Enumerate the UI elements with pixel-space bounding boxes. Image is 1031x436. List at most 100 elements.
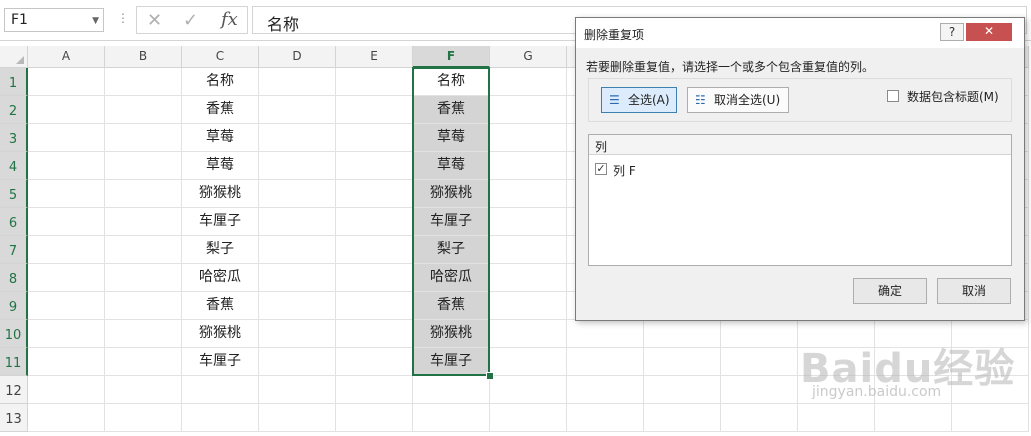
- cell[interactable]: [259, 348, 336, 376]
- cell[interactable]: [28, 348, 105, 376]
- cell[interactable]: [259, 208, 336, 236]
- cell[interactable]: [413, 404, 490, 432]
- cancel-button[interactable]: 取消: [937, 278, 1011, 304]
- column-header[interactable]: A: [28, 46, 105, 68]
- row-header[interactable]: 5: [0, 180, 28, 208]
- cell[interactable]: 草莓: [413, 124, 490, 152]
- cell[interactable]: [567, 376, 644, 404]
- cell[interactable]: [721, 320, 798, 348]
- cell[interactable]: [875, 348, 952, 376]
- cell[interactable]: [259, 376, 336, 404]
- cell[interactable]: [259, 292, 336, 320]
- confirm-icon[interactable]: ✓: [183, 10, 198, 31]
- cell[interactable]: [336, 264, 413, 292]
- cell[interactable]: 草莓: [413, 152, 490, 180]
- column-f-checkbox[interactable]: ✓: [595, 163, 607, 175]
- ok-button[interactable]: 确定: [853, 278, 927, 304]
- cell[interactable]: [490, 404, 567, 432]
- more-options-icon[interactable]: ⋮: [117, 11, 129, 25]
- cell[interactable]: 草莓: [182, 124, 259, 152]
- cell[interactable]: [105, 264, 182, 292]
- row-header[interactable]: 6: [0, 208, 28, 236]
- row-header[interactable]: 3: [0, 124, 28, 152]
- help-button[interactable]: ?: [940, 23, 964, 41]
- row-header[interactable]: 4: [0, 152, 28, 180]
- cell[interactable]: [259, 124, 336, 152]
- cell[interactable]: [336, 152, 413, 180]
- cell[interactable]: 名称: [182, 68, 259, 96]
- cell[interactable]: [644, 376, 721, 404]
- cell[interactable]: [490, 208, 567, 236]
- unselect-all-button[interactable]: ☷ 取消全选(U): [687, 87, 789, 113]
- cell[interactable]: [721, 376, 798, 404]
- cell[interactable]: [952, 376, 1029, 404]
- cell[interactable]: [336, 376, 413, 404]
- cell[interactable]: [28, 404, 105, 432]
- row-header[interactable]: 7: [0, 236, 28, 264]
- cell[interactable]: 梨子: [182, 236, 259, 264]
- header-checkbox[interactable]: [887, 90, 899, 102]
- insert-function-icon[interactable]: fx: [221, 9, 238, 30]
- cell[interactable]: [336, 180, 413, 208]
- cell[interactable]: [336, 404, 413, 432]
- cell[interactable]: [952, 320, 1029, 348]
- cancel-icon[interactable]: ✕: [147, 10, 162, 31]
- cell[interactable]: [336, 208, 413, 236]
- fill-handle[interactable]: [486, 372, 494, 380]
- row-header[interactable]: 1: [0, 68, 28, 96]
- cell[interactable]: [259, 320, 336, 348]
- cell[interactable]: [490, 68, 567, 96]
- cell[interactable]: 香蕉: [182, 292, 259, 320]
- cell[interactable]: [644, 348, 721, 376]
- cell[interactable]: [490, 180, 567, 208]
- column-header[interactable]: E: [336, 46, 413, 68]
- cell[interactable]: 猕猴桃: [413, 320, 490, 348]
- cell[interactable]: [490, 292, 567, 320]
- cell[interactable]: [798, 376, 875, 404]
- cell[interactable]: [490, 376, 567, 404]
- cell[interactable]: 车厘子: [413, 348, 490, 376]
- cell[interactable]: 车厘子: [182, 208, 259, 236]
- row-header[interactable]: 13: [0, 404, 28, 432]
- cell[interactable]: 哈密瓜: [182, 264, 259, 292]
- cell[interactable]: 猕猴桃: [182, 320, 259, 348]
- column-header[interactable]: G: [490, 46, 567, 68]
- close-button[interactable]: ✕: [966, 23, 1012, 41]
- cell[interactable]: [259, 96, 336, 124]
- cell[interactable]: [105, 320, 182, 348]
- cell[interactable]: [28, 320, 105, 348]
- cell[interactable]: [259, 264, 336, 292]
- name-box[interactable]: F1 ▼: [4, 8, 104, 32]
- cell[interactable]: 梨子: [413, 236, 490, 264]
- cell[interactable]: [567, 320, 644, 348]
- cell[interactable]: [28, 376, 105, 404]
- cell[interactable]: 香蕉: [182, 96, 259, 124]
- cell[interactable]: [490, 96, 567, 124]
- cell[interactable]: [259, 68, 336, 96]
- cell[interactable]: [336, 68, 413, 96]
- column-header[interactable]: D: [259, 46, 336, 68]
- cell[interactable]: [105, 376, 182, 404]
- cell[interactable]: 香蕉: [413, 292, 490, 320]
- cell[interactable]: 草莓: [182, 152, 259, 180]
- cell[interactable]: 香蕉: [413, 96, 490, 124]
- cell[interactable]: [28, 124, 105, 152]
- cell[interactable]: [721, 348, 798, 376]
- cell[interactable]: [28, 152, 105, 180]
- cell[interactable]: [336, 348, 413, 376]
- cell[interactable]: [721, 404, 798, 432]
- cell[interactable]: [182, 404, 259, 432]
- cell[interactable]: [105, 124, 182, 152]
- cell[interactable]: [798, 320, 875, 348]
- cell[interactable]: [105, 68, 182, 96]
- cell[interactable]: [875, 376, 952, 404]
- cell[interactable]: [105, 96, 182, 124]
- cell[interactable]: [336, 320, 413, 348]
- cell[interactable]: [28, 96, 105, 124]
- cell[interactable]: 哈密瓜: [413, 264, 490, 292]
- cell[interactable]: [490, 236, 567, 264]
- cell[interactable]: [490, 124, 567, 152]
- cell[interactable]: [259, 236, 336, 264]
- cell[interactable]: [28, 180, 105, 208]
- cell[interactable]: [336, 124, 413, 152]
